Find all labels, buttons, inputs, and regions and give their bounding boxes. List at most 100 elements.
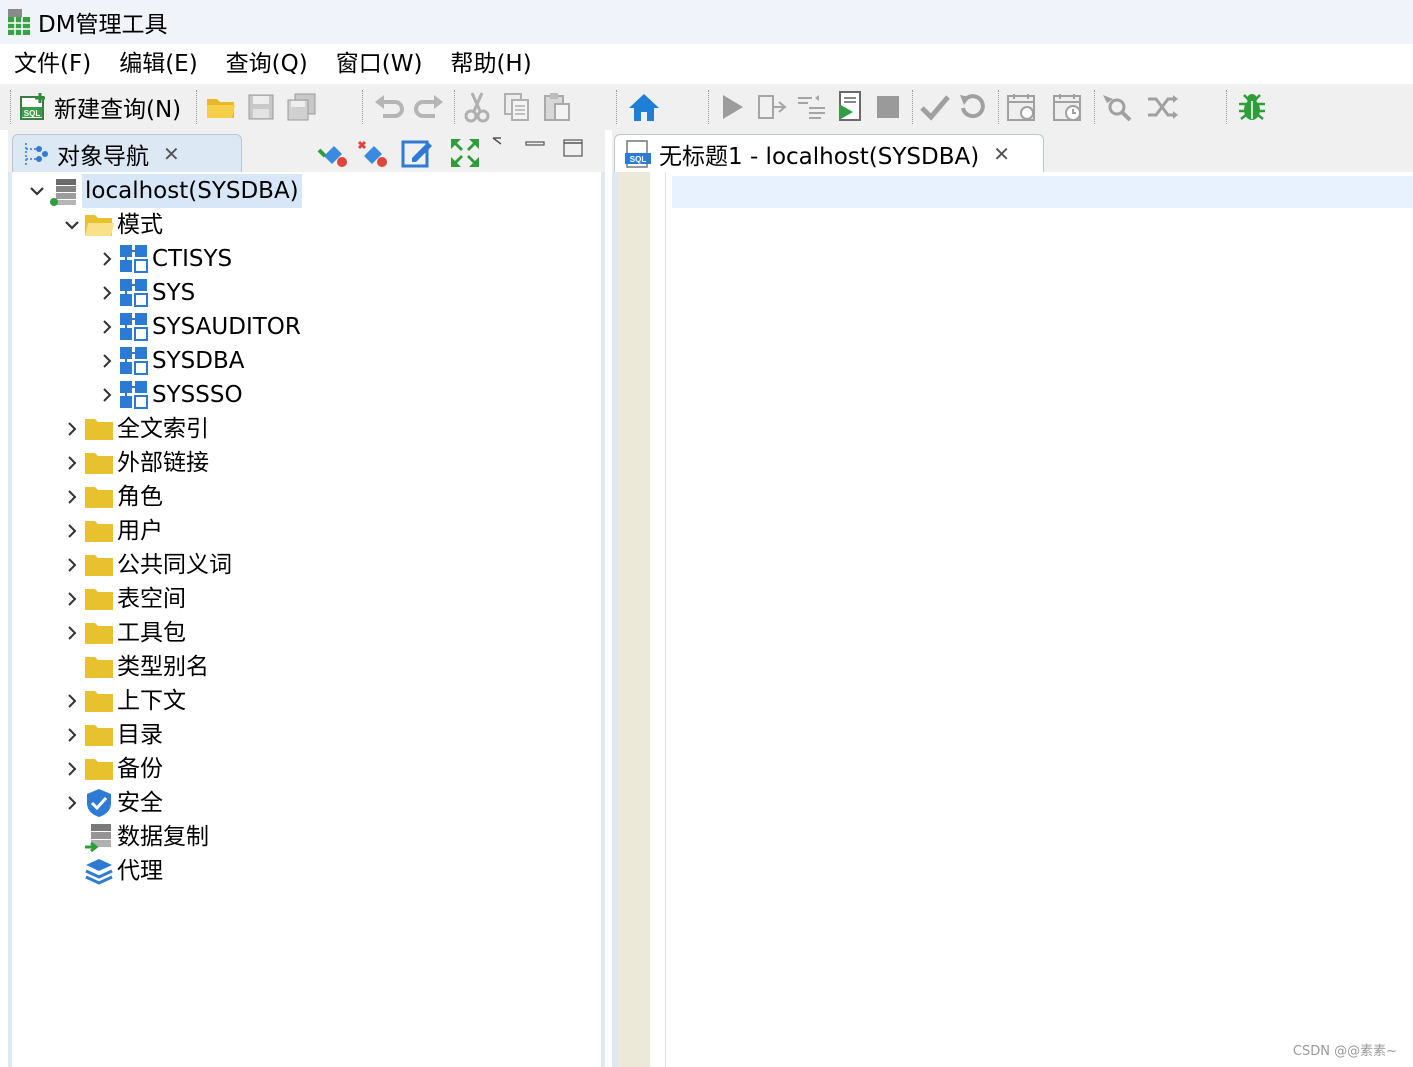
search-button[interactable]	[1098, 90, 1134, 124]
stop-button[interactable]	[872, 90, 904, 124]
export-button[interactable]	[1144, 90, 1180, 124]
toolbar-separator	[10, 90, 11, 124]
debug-button[interactable]	[1234, 90, 1270, 124]
tree-item[interactable]: 外部链接	[61, 446, 209, 480]
tree-item-label: 安全	[117, 790, 163, 816]
rollback-button[interactable]	[956, 90, 990, 124]
object-navigator-panel: 对象导航 ✕ localhost(SYSDBA) 模式 CTISYS SYS S…	[8, 130, 605, 1067]
chevron-right-icon[interactable]	[61, 786, 83, 820]
tree-item[interactable]: 上下文	[61, 684, 186, 718]
run-step-button[interactable]	[754, 90, 790, 124]
tree-item[interactable]: 角色	[61, 480, 163, 514]
chevron-right-icon[interactable]	[61, 684, 83, 718]
tree-item[interactable]: 备份	[61, 752, 163, 786]
tree-item[interactable]: 表空间	[61, 582, 186, 616]
sql-text-area[interactable]	[612, 172, 1413, 1067]
explain-button[interactable]	[794, 90, 830, 124]
tree-item[interactable]: SYS	[96, 276, 195, 310]
tree-item[interactable]: 类型别名	[61, 650, 209, 684]
copy-button[interactable]	[500, 90, 534, 124]
minimize-button[interactable]	[522, 134, 548, 154]
chevron-right-icon[interactable]	[96, 310, 118, 344]
expand-all-button[interactable]	[448, 136, 482, 170]
chevron-right-icon[interactable]	[96, 276, 118, 310]
chevron-right-icon[interactable]	[61, 582, 83, 616]
undo-icon	[375, 95, 404, 118]
run-script-button[interactable]	[834, 90, 866, 124]
tree-item[interactable]: SYSSSO	[96, 378, 243, 412]
tree-item[interactable]: 工具包	[61, 616, 186, 650]
paste-button[interactable]	[540, 90, 574, 124]
tab-sql-editor[interactable]: SQL 无标题1 - localhost(SYSDBA) ✕	[614, 134, 1044, 172]
tab-object-navigator[interactable]: 对象导航 ✕	[12, 134, 242, 172]
redo-button[interactable]	[412, 90, 446, 124]
view-menu-button[interactable]	[490, 134, 512, 154]
chevron-down-icon[interactable]	[26, 174, 48, 208]
folder-icon	[83, 413, 115, 445]
chevron-right-icon[interactable]	[61, 514, 83, 548]
maximize-button[interactable]	[560, 136, 586, 162]
run-button[interactable]	[716, 90, 748, 124]
chevron-right-icon[interactable]	[61, 548, 83, 582]
chevron-down-icon[interactable]	[61, 208, 83, 242]
save-button[interactable]	[244, 90, 278, 124]
run-script-icon	[839, 91, 861, 121]
disconnect-icon	[357, 140, 387, 167]
cut-button[interactable]	[460, 90, 494, 124]
chevron-right-icon[interactable]	[96, 242, 118, 276]
chevron-right-icon[interactable]	[61, 412, 83, 446]
chevron-right-icon[interactable]	[61, 718, 83, 752]
database-icon	[48, 175, 80, 207]
run-step-icon	[758, 95, 787, 119]
left-tab-bar: 对象导航 ✕	[8, 130, 605, 172]
close-icon[interactable]: ✕	[993, 142, 1010, 166]
toolbar-separator	[362, 90, 363, 124]
tree-item[interactable]: 公共同义词	[61, 548, 232, 582]
tree-item[interactable]: 全文索引	[61, 412, 209, 446]
tree-item[interactable]: CTISYS	[96, 242, 232, 276]
folder-icon	[83, 583, 115, 615]
tree-item-label: 全文索引	[117, 416, 209, 442]
menu-query[interactable]: 查询(Q)	[212, 44, 322, 84]
tree-item[interactable]: SYSAUDITOR	[96, 310, 301, 344]
open-button[interactable]	[204, 90, 238, 124]
chevron-right-icon[interactable]	[61, 752, 83, 786]
chevron-right-icon[interactable]	[61, 616, 83, 650]
chevron-right-icon[interactable]	[96, 344, 118, 378]
disconnect-button[interactable]	[356, 136, 390, 170]
menu-window[interactable]: 窗口(W)	[322, 44, 437, 84]
tree-item[interactable]: 安全	[61, 786, 163, 820]
tree-item[interactable]: 目录	[61, 718, 163, 752]
tree-item-label: SYSAUDITOR	[152, 314, 301, 340]
tree-item[interactable]: 用户	[61, 514, 163, 548]
replication-icon	[83, 821, 115, 853]
menu-help[interactable]: 帮助(H)	[436, 44, 545, 84]
edit-button[interactable]	[400, 136, 434, 170]
schedule-history-button[interactable]	[1050, 90, 1086, 124]
rollback-icon	[960, 94, 985, 119]
sql-editor-panel: SQL 无标题1 - localhost(SYSDBA) ✕	[612, 130, 1413, 1067]
tree-item[interactable]: localhost(SYSDBA)	[26, 174, 302, 208]
chevron-right-icon[interactable]	[96, 378, 118, 412]
tree-item-label: 代理	[117, 858, 163, 884]
tree-item[interactable]: 模式	[61, 208, 163, 242]
close-icon[interactable]: ✕	[163, 142, 180, 166]
menu-file[interactable]: 文件(F)	[0, 44, 105, 84]
chevron-right-icon[interactable]	[61, 446, 83, 480]
navigator-icon	[25, 142, 48, 165]
tree-item[interactable]: SYSDBA	[96, 344, 244, 378]
schedule-button[interactable]	[1004, 90, 1040, 124]
save-all-button[interactable]	[284, 90, 320, 124]
home-button[interactable]	[626, 90, 662, 124]
commit-button[interactable]	[918, 90, 952, 124]
menu-edit[interactable]: 编辑(E)	[105, 44, 211, 84]
chevron-right-icon[interactable]	[61, 480, 83, 514]
tree-item-label: 外部链接	[117, 450, 209, 476]
connect-icon	[317, 146, 347, 167]
new-query-button[interactable]: SQL 新建查询(N)	[18, 90, 181, 124]
tree-item[interactable]: 代理	[61, 854, 163, 888]
tree-item[interactable]: 数据复制	[61, 820, 209, 854]
connect-button[interactable]	[316, 136, 350, 170]
undo-button[interactable]	[372, 90, 406, 124]
